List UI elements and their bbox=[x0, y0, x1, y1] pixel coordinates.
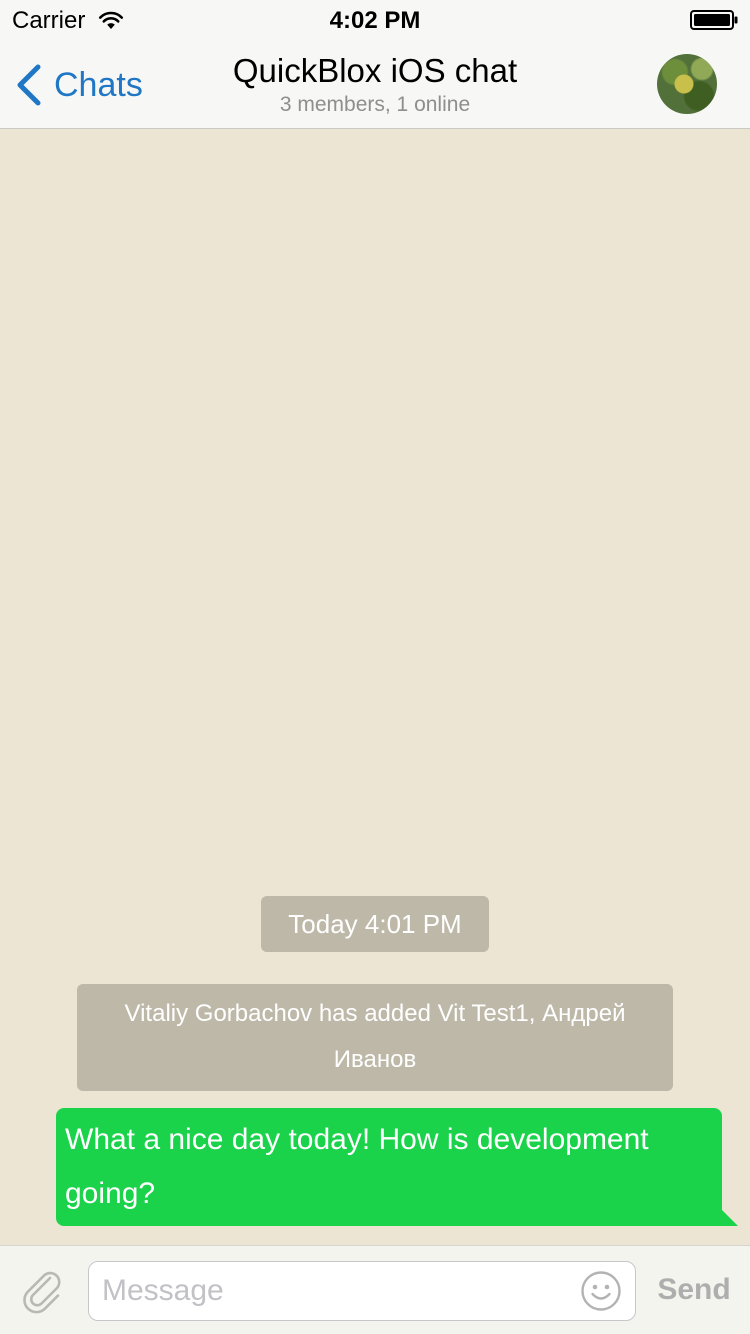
status-bar: Carrier 4:02 PM bbox=[0, 0, 750, 40]
date-separator: Today 4:01 PM bbox=[261, 896, 489, 952]
outgoing-message[interactable]: What a nice day today! How is developmen… bbox=[56, 1108, 722, 1226]
bubble-tail bbox=[720, 1208, 738, 1226]
chat-screen: Carrier 4:02 PM Chats QuickBlox iOS chat… bbox=[0, 0, 750, 1334]
system-notice: Vitaliy Gorbachov has added Vit Test1, А… bbox=[77, 984, 673, 1091]
navigation-bar: Chats QuickBlox iOS chat 3 members, 1 on… bbox=[0, 40, 750, 129]
message-input[interactable] bbox=[88, 1261, 636, 1321]
smiley-icon[interactable] bbox=[580, 1270, 622, 1312]
chat-avatar[interactable] bbox=[657, 54, 717, 114]
send-button[interactable]: Send bbox=[646, 1266, 742, 1314]
battery-icon bbox=[690, 10, 738, 30]
chat-subtitle: 3 members, 1 online bbox=[279, 93, 471, 116]
status-time: 4:02 PM bbox=[329, 7, 421, 34]
chat-title: QuickBlox iOS chat bbox=[232, 52, 518, 89]
input-bar: Send bbox=[0, 1245, 750, 1334]
paperclip-icon[interactable] bbox=[20, 1268, 68, 1316]
